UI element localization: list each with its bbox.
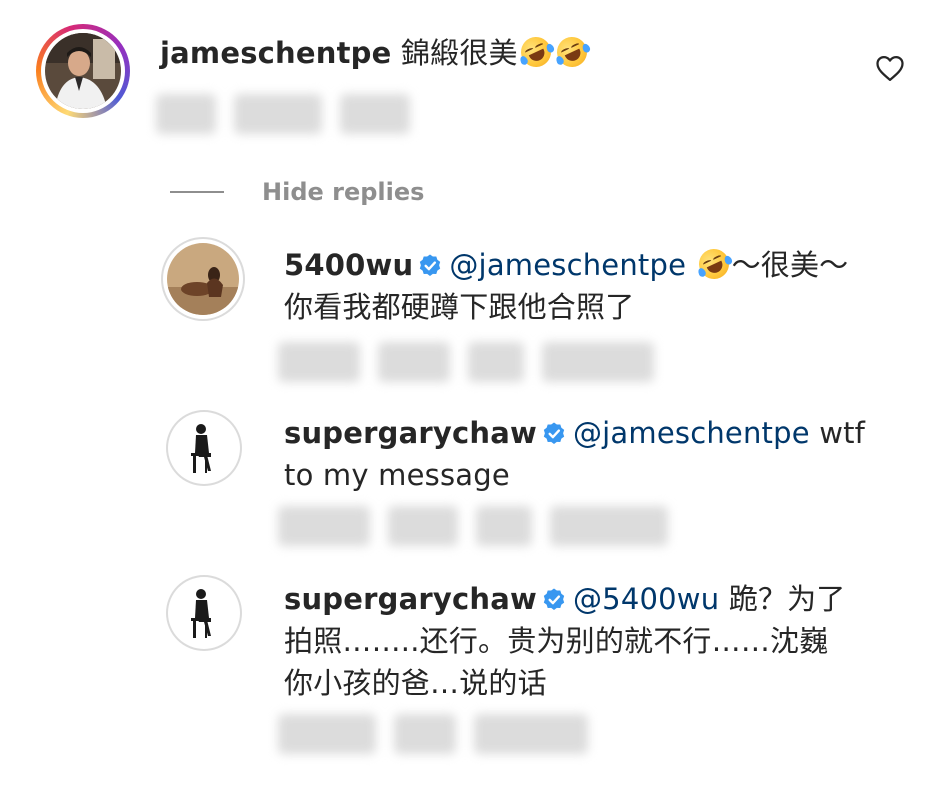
comment-username[interactable]: jameschentpe xyxy=(160,36,392,70)
comment-body: 錦緞很美 xyxy=(400,36,518,70)
reply-1-text: 5400wu @jameschentpe ～很美～ 你看我都硬蹲下跟他合照了 xyxy=(284,244,848,328)
hide-replies-button[interactable]: Hide replies xyxy=(170,178,424,206)
avatar-image xyxy=(167,243,239,315)
reply-meta-blurred xyxy=(278,506,668,546)
reply-body-line2: 你看我都硬蹲下跟他合照了 xyxy=(284,290,635,324)
verified-badge-icon xyxy=(420,254,441,276)
reply-mention[interactable]: @jameschentpe xyxy=(573,416,810,450)
reply-username[interactable]: 5400wu xyxy=(284,248,413,282)
reply-username[interactable]: supergarychaw xyxy=(284,582,537,616)
comment-meta-blurred xyxy=(156,94,410,134)
heart-icon[interactable] xyxy=(875,54,905,82)
reply-body: wtf xyxy=(819,416,866,450)
avatar-image xyxy=(171,415,237,481)
reply-body: 跪？为了 xyxy=(728,582,846,616)
laughing-emoji-icon xyxy=(515,32,556,72)
reply-body: ～很美～ xyxy=(731,248,849,282)
reply-body-line3: 你小孩的爸…说的话 xyxy=(284,666,547,700)
reply-meta-blurred xyxy=(278,342,654,382)
laughing-emoji-icon xyxy=(551,32,592,72)
reply-body-line2: 拍照……..还行。贵为别的就不行……沈巍 xyxy=(284,624,829,658)
reply-2-text: supergarychaw @jameschentpe wtf to my mes… xyxy=(284,412,865,496)
laughing-emoji-icon xyxy=(693,244,734,284)
hide-replies-label: Hide replies xyxy=(262,178,425,206)
reply-username[interactable]: supergarychaw xyxy=(284,416,537,450)
verified-badge-icon xyxy=(543,588,565,610)
reply-mention[interactable]: @jameschentpe xyxy=(449,248,686,282)
reply-meta-blurred xyxy=(278,714,588,754)
reply-3-text: supergarychaw @5400wu 跪？为了 拍照……..还行。贵为别的就… xyxy=(284,578,846,704)
comment-text: jameschentpe 錦緞很美 xyxy=(160,32,592,74)
avatar-jameschentpe[interactable] xyxy=(45,33,121,109)
verified-badge-icon xyxy=(543,422,565,444)
avatar-image xyxy=(171,580,237,646)
reply-body-line2: to my message xyxy=(284,458,510,492)
divider-line xyxy=(170,191,224,193)
reply-mention[interactable]: @5400wu xyxy=(573,582,719,616)
